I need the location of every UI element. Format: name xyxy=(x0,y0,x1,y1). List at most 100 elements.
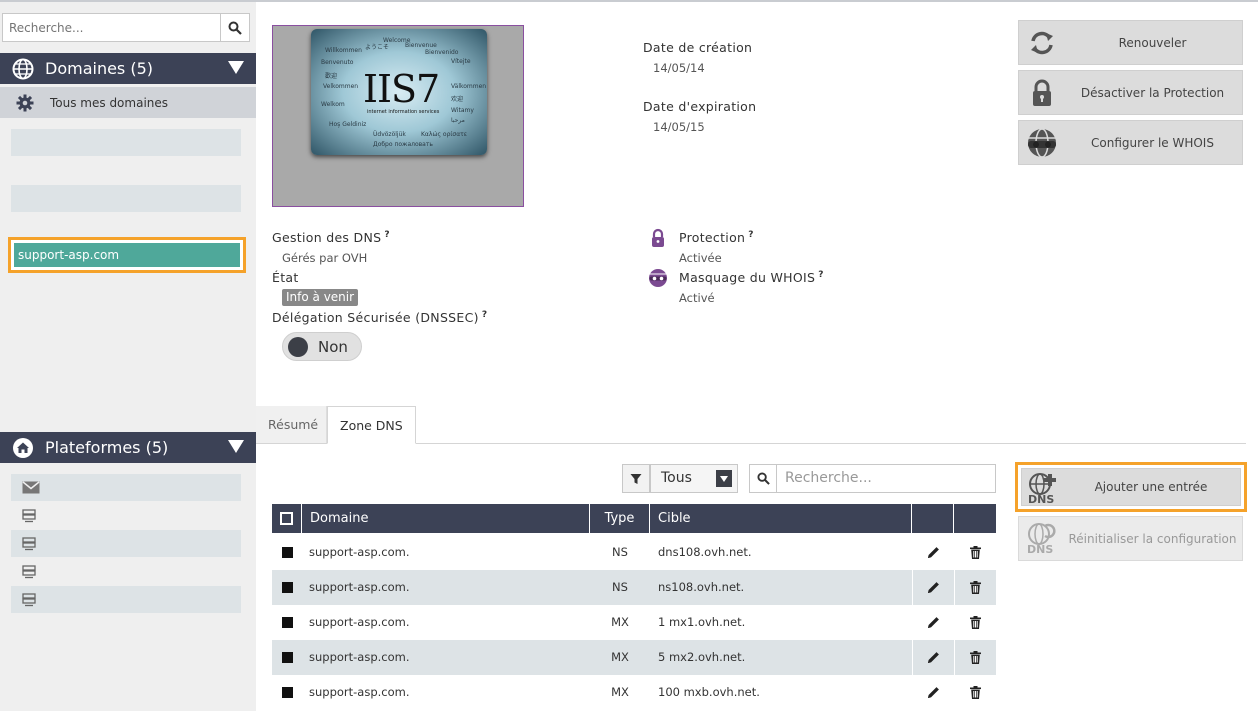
edit-icon[interactable] xyxy=(913,675,954,710)
sidebar-search-button[interactable] xyxy=(220,14,249,41)
edit-icon[interactable] xyxy=(913,640,954,675)
status-badge: Info à venir xyxy=(282,289,359,306)
help-icon[interactable]: ? xyxy=(384,230,390,240)
svg-text:DNS: DNS xyxy=(1028,493,1054,506)
type-filter-value: Tous xyxy=(661,470,692,486)
platform-item-server[interactable] xyxy=(11,586,241,613)
trash-icon[interactable] xyxy=(955,675,996,710)
trash-icon[interactable] xyxy=(955,535,996,570)
home-icon xyxy=(11,436,35,460)
collapse-arrow-icon[interactable] xyxy=(228,440,244,453)
help-icon[interactable]: ? xyxy=(818,270,824,280)
row-domain: support-asp.com. xyxy=(309,580,410,594)
masked-globe-icon xyxy=(1025,127,1059,159)
dns-table-header: Domaine Type Cible xyxy=(272,504,996,533)
table-row: support-asp.com. MX 1 mx1.ovh.net. xyxy=(272,605,996,640)
row-checkbox[interactable] xyxy=(272,570,302,605)
gear-icon xyxy=(16,94,34,112)
table-row: support-asp.com. MX 5 mx2.ovh.net. xyxy=(272,640,996,675)
row-checkbox[interactable] xyxy=(272,605,302,640)
domain-item-placeholder[interactable] xyxy=(11,185,241,212)
svg-text:DNS: DNS xyxy=(1027,543,1053,556)
all-domains-item[interactable]: Tous mes domaines xyxy=(0,87,256,118)
dns-add-icon: DNS xyxy=(1026,472,1060,509)
lock-icon xyxy=(1025,77,1059,109)
toggle-knob xyxy=(288,336,308,357)
row-target: 100 mxb.ovh.net. xyxy=(658,685,760,699)
column-type[interactable]: Type xyxy=(590,504,650,533)
masked-globe-icon xyxy=(648,268,668,288)
add-entry-highlight: DNS Ajouter une entrée xyxy=(1015,462,1247,512)
expiration-date-label: Date d'expiration xyxy=(643,99,757,114)
trash-icon[interactable] xyxy=(955,605,996,640)
help-icon[interactable]: ? xyxy=(482,310,488,320)
tab-dns-zone[interactable]: Zone DNS xyxy=(327,406,416,444)
chevron-down-icon xyxy=(716,470,732,487)
row-checkbox[interactable] xyxy=(272,535,302,570)
creation-date-label: Date de création xyxy=(643,40,753,55)
row-type: NS xyxy=(612,580,628,594)
table-row: support-asp.com. NS dns108.ovh.net. xyxy=(272,535,996,570)
lock-icon xyxy=(648,228,668,248)
filter-button[interactable] xyxy=(622,464,650,493)
domain-item-placeholder[interactable] xyxy=(11,129,241,156)
platform-item-server[interactable] xyxy=(11,558,241,585)
selected-domain-label: support-asp.com xyxy=(14,243,240,267)
type-filter-select[interactable]: Tous xyxy=(650,464,738,493)
column-edit xyxy=(912,504,954,533)
select-all-checkbox[interactable] xyxy=(272,504,302,533)
iis7-welcome-image: Welcome Bienvenue Willkommen Bienvenido … xyxy=(311,29,487,155)
help-icon[interactable]: ? xyxy=(748,230,754,240)
platform-item-server[interactable] xyxy=(11,530,241,557)
sidebar-search-input[interactable] xyxy=(3,14,221,41)
protection-label: Protection? xyxy=(679,230,754,246)
platform-item-server[interactable] xyxy=(11,502,241,529)
add-entry-button[interactable]: DNS Ajouter une entrée xyxy=(1021,468,1241,506)
refresh-icon xyxy=(1025,27,1059,59)
row-target: ns108.ovh.net. xyxy=(658,580,745,594)
trash-icon[interactable] xyxy=(955,640,996,675)
search-icon xyxy=(228,21,242,35)
row-type: MX xyxy=(611,685,629,699)
search-icon xyxy=(756,472,770,485)
website-thumbnail: Welcome Bienvenue Willkommen Bienvenido … xyxy=(272,25,524,207)
tab-summary[interactable]: Résumé xyxy=(256,406,327,444)
dnssec-toggle[interactable]: Non xyxy=(282,332,362,361)
creation-date-value: 14/05/14 xyxy=(653,61,705,75)
row-target: 5 mx2.ovh.net. xyxy=(658,650,746,664)
server-icon xyxy=(22,564,36,578)
table-search-button[interactable] xyxy=(749,464,777,493)
platforms-header[interactable]: Plateformes (5) xyxy=(0,432,256,463)
server-icon xyxy=(22,592,36,606)
edit-icon[interactable] xyxy=(913,605,954,640)
configure-whois-button[interactable]: Configurer le WHOIS xyxy=(1018,120,1243,165)
domains-header-label: Domaines (5) xyxy=(45,59,154,78)
reset-config-button[interactable]: DNS Réinitialiser la configuration xyxy=(1018,516,1243,561)
edit-icon[interactable] xyxy=(913,535,954,570)
column-domain[interactable]: Domaine xyxy=(302,504,590,533)
server-icon xyxy=(22,536,36,550)
row-checkbox[interactable] xyxy=(272,675,302,710)
disable-protection-button[interactable]: Désactiver la Protection xyxy=(1018,70,1243,115)
edit-icon[interactable] xyxy=(913,570,954,605)
row-type: MX xyxy=(611,615,629,629)
table-search-input[interactable]: Recherche... xyxy=(776,464,996,493)
row-target: 1 mx1.ovh.net. xyxy=(658,615,746,629)
row-checkbox[interactable] xyxy=(272,640,302,675)
selected-domain-item[interactable]: support-asp.com xyxy=(8,237,246,273)
row-domain: support-asp.com. xyxy=(309,545,410,559)
row-type: MX xyxy=(611,650,629,664)
collapse-arrow-icon[interactable] xyxy=(228,61,244,74)
domains-header[interactable]: Domaines (5) xyxy=(0,53,256,84)
dnssec-toggle-label: Non xyxy=(318,337,348,356)
envelope-icon xyxy=(22,481,40,494)
sidebar: Domaines (5) Tous mes domaines support-a… xyxy=(0,2,256,711)
column-target[interactable]: Cible xyxy=(650,504,912,533)
renew-button[interactable]: Renouveler xyxy=(1018,20,1243,65)
trash-icon[interactable] xyxy=(955,570,996,605)
row-domain: support-asp.com. xyxy=(309,650,410,664)
platform-item-email[interactable] xyxy=(11,474,241,501)
row-target: dns108.ovh.net. xyxy=(658,545,752,559)
sidebar-search xyxy=(2,13,250,42)
state-label: État xyxy=(272,270,299,285)
